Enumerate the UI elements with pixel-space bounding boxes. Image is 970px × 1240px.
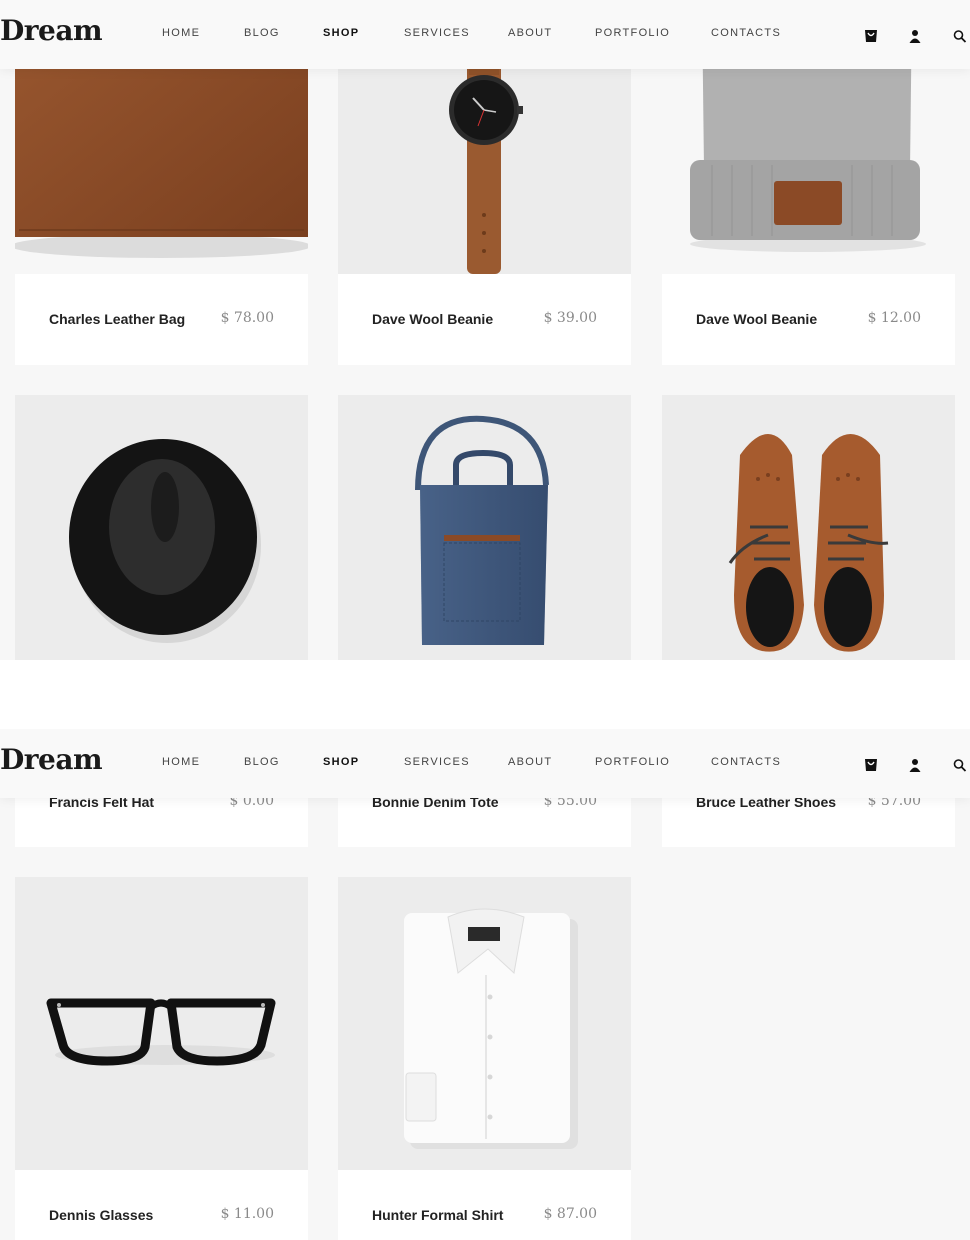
logo[interactable]: Dream [0,14,103,47]
product-price: $ 11.00 [220,1206,274,1222]
cart-icon[interactable] [864,757,880,773]
navbar-sticky: Dream HOME BLOG SHOP SERVICES ABOUT PORT… [0,729,970,798]
product-card[interactable] [15,395,308,660]
user-icon[interactable] [909,757,925,773]
shop-view-scrolled: Dream HOME BLOG SHOP SERVICES ABOUT PORT… [0,729,970,1240]
product-name[interactable]: Dennis Glasses [49,1207,153,1223]
product-name[interactable]: Hunter Formal Shirt [372,1207,503,1223]
product-card[interactable] [338,395,631,660]
product-image-denim-tote[interactable] [338,395,631,660]
product-info: Hunter Formal Shirt $ 87.00 [338,1170,631,1240]
product-info: Charles Leather Bag $ 78.00 [15,274,308,365]
nav-portfolio[interactable]: PORTFOLIO [595,756,670,768]
shop-view-top: Dream HOME BLOG SHOP SERVICES ABOUT PORT… [0,0,970,660]
nav-portfolio[interactable]: PORTFOLIO [595,27,670,39]
nav-services[interactable]: SERVICES [404,756,470,768]
product-info: Dave Wool Beanie $ 12.00 [662,274,955,365]
nav-about[interactable]: ABOUT [508,27,552,39]
user-icon[interactable] [909,28,925,44]
product-image-glasses[interactable] [15,877,308,1170]
nav-about[interactable]: ABOUT [508,756,552,768]
product-card[interactable]: Hunter Formal Shirt $ 87.00 [338,877,631,1240]
search-icon[interactable] [953,28,969,44]
section-gap [0,660,970,729]
product-price: $ 39.00 [543,310,597,326]
nav-contacts[interactable]: CONTACTS [711,756,781,768]
nav-home[interactable]: HOME [162,756,200,768]
product-price: $ 78.00 [220,310,274,326]
nav-shop[interactable]: SHOP [323,27,359,39]
product-price: $ 87.00 [543,1206,597,1222]
nav-shop[interactable]: SHOP [323,756,359,768]
product-info: Dave Wool Beanie $ 39.00 [338,274,631,365]
nav-blog[interactable]: BLOG [244,756,280,768]
product-card[interactable]: Dennis Glasses $ 11.00 [15,877,308,1240]
nav-blog[interactable]: BLOG [244,27,280,39]
cart-icon[interactable] [864,28,880,44]
navbar: Dream HOME BLOG SHOP SERVICES ABOUT PORT… [0,0,970,69]
logo[interactable]: Dream [0,743,103,776]
nav-services[interactable]: SERVICES [404,27,470,39]
product-image-felt-hat[interactable] [15,395,308,660]
product-image-formal-shirt[interactable] [338,877,631,1170]
product-name[interactable]: Dave Wool Beanie [696,311,817,327]
product-name[interactable]: Charles Leather Bag [49,311,185,327]
product-image-leather-shoes[interactable] [662,395,955,660]
product-card[interactable] [662,395,955,660]
nav-contacts[interactable]: CONTACTS [711,27,781,39]
product-info: Dennis Glasses $ 11.00 [15,1170,308,1240]
product-price: $ 12.00 [867,310,921,326]
search-icon[interactable] [953,757,969,773]
product-name[interactable]: Dave Wool Beanie [372,311,493,327]
nav-home[interactable]: HOME [162,27,200,39]
